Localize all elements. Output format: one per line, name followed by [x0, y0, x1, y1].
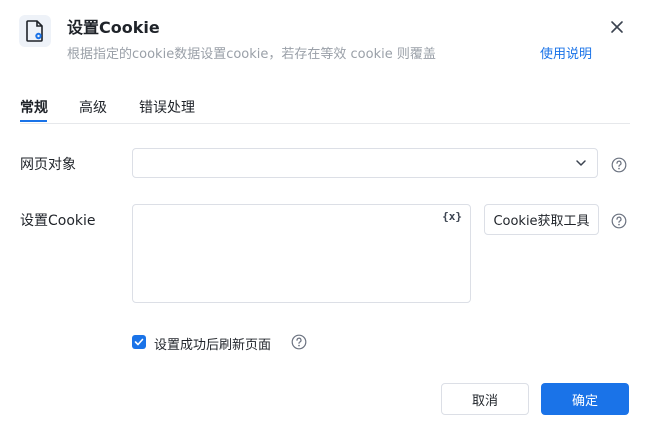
tab-error-handling[interactable]: 错误处理: [139, 97, 195, 117]
refresh-help-icon[interactable]: [291, 334, 307, 350]
cookie-tool-button[interactable]: Cookie获取工具: [484, 204, 599, 235]
dialog-subtitle: 根据指定的cookie数据设置cookie，若存在等效 cookie 则覆盖: [67, 47, 436, 62]
cookie-settings-icon: [19, 15, 51, 47]
set-cookie-help-icon[interactable]: [611, 213, 627, 229]
variable-icon[interactable]: {x}: [442, 210, 462, 223]
confirm-button[interactable]: 确定: [541, 383, 629, 415]
refresh-page-label: 设置成功后刷新页面: [154, 338, 272, 353]
page-object-label: 网页对象: [20, 157, 76, 173]
close-icon[interactable]: [607, 17, 627, 37]
tab-general[interactable]: 常规: [20, 97, 48, 117]
chevron-down-icon: [576, 160, 586, 166]
tab-advanced[interactable]: 高级: [79, 97, 107, 117]
page-object-select[interactable]: [132, 148, 598, 178]
page-object-help-icon[interactable]: [611, 157, 627, 173]
help-link[interactable]: 使用说明: [540, 43, 592, 62]
checkmark-icon: [134, 338, 144, 346]
set-cookie-label: 设置Cookie: [20, 213, 96, 229]
cancel-button[interactable]: 取消: [441, 383, 529, 415]
dialog-title: 设置Cookie: [67, 18, 160, 37]
refresh-page-checkbox[interactable]: [132, 335, 146, 349]
active-tab-indicator: [20, 120, 47, 122]
set-cookie-input[interactable]: {x}: [132, 204, 471, 303]
tab-bar: 常规 高级 错误处理: [20, 95, 630, 124]
